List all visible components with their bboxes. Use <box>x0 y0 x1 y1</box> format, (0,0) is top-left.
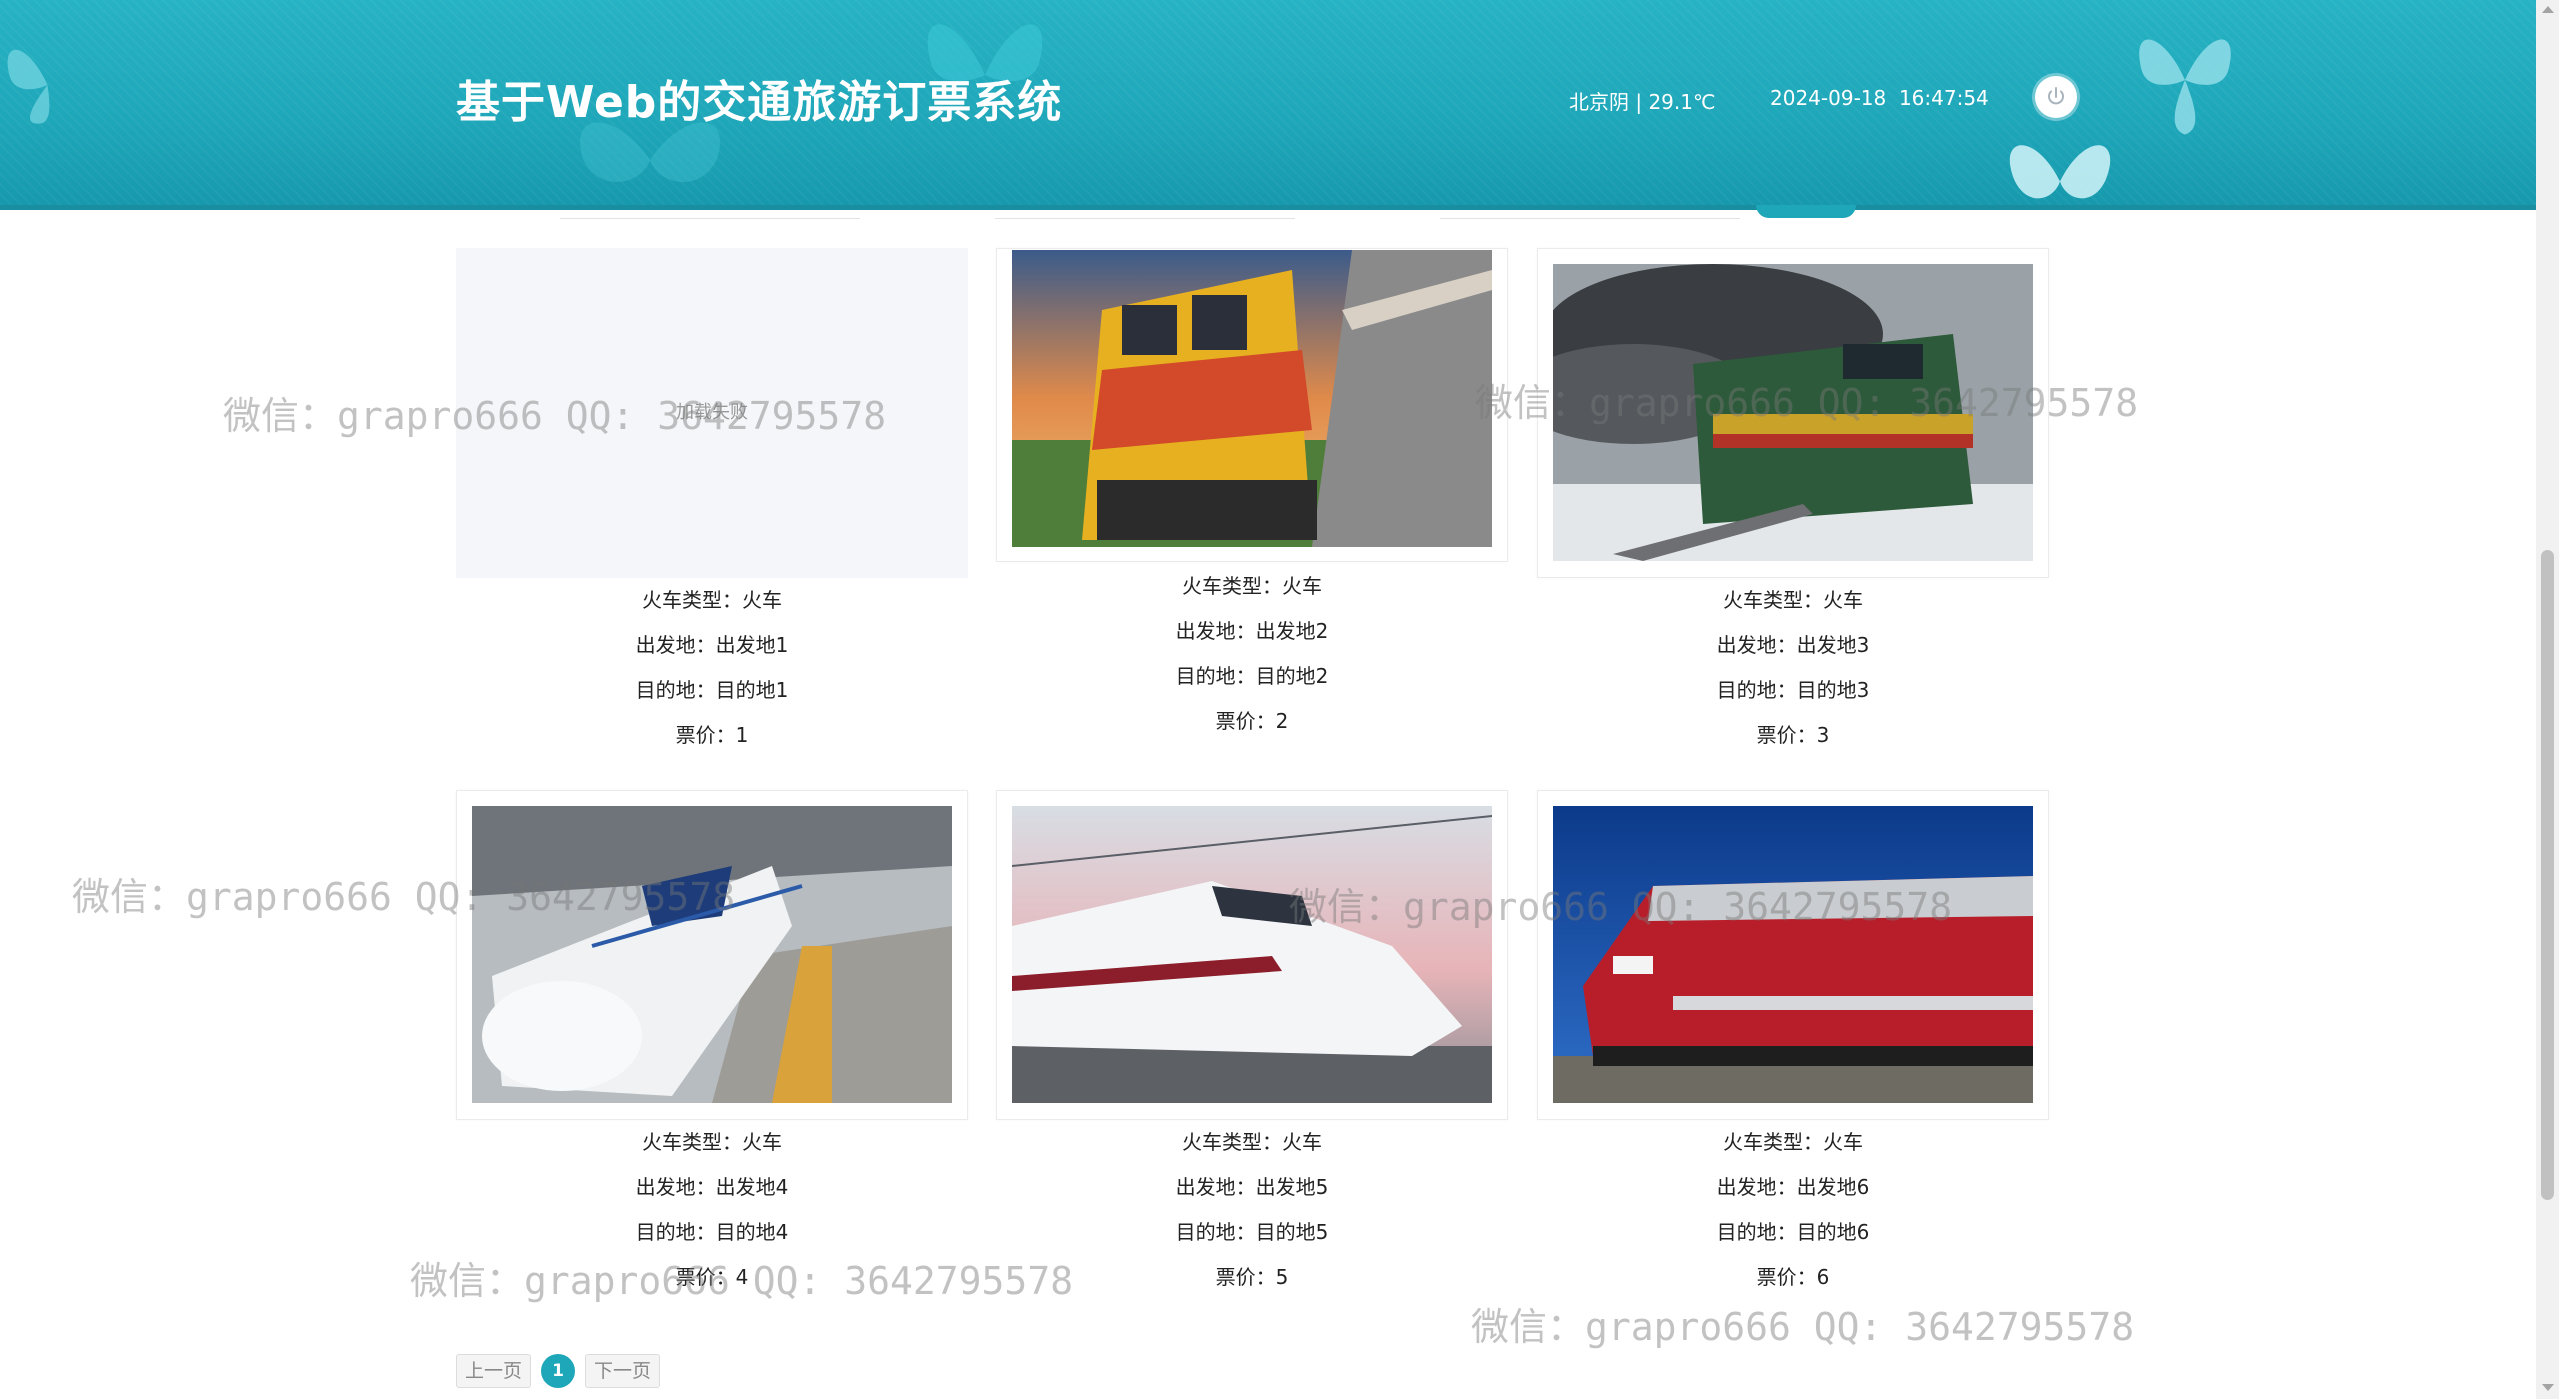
pagination: 上一页 1 下一页 <box>456 1354 661 1388</box>
train-price: 票价：4 <box>675 1265 749 1289</box>
datetime: 2024-09-18 16:47:54 <box>1770 86 1989 110</box>
train-departure: 出发地：出发地3 <box>1716 633 1870 657</box>
train-info: 火车类型：火车 出发地：出发地6 目的地：目的地6 票价：6 <box>1537 1120 2049 1300</box>
site-header: 基于Web的交通旅游订票系统 北京阴 | 29.1℃ 2024-09-18 16… <box>0 0 2536 210</box>
page-number-current[interactable]: 1 <box>541 1354 576 1388</box>
butterfly-decoration <box>0 30 95 140</box>
train-info: 火车类型：火车 出发地：出发地1 目的地：目的地1 票价：1 <box>456 578 968 758</box>
train-type: 火车类型：火车 <box>1723 588 1863 612</box>
train-image <box>1012 250 1492 547</box>
site-title: 基于Web的交通旅游订票系统 <box>456 77 1063 128</box>
train-image-frame <box>996 248 1508 562</box>
train-image <box>1553 264 2033 561</box>
train-type: 火车类型：火车 <box>642 1130 782 1154</box>
date-text: 2024-09-18 <box>1770 86 1887 110</box>
train-image <box>472 806 952 1103</box>
weather-text: 北京阴 | 29.1℃ <box>1569 90 1716 114</box>
train-price: 票价：3 <box>1756 723 1830 747</box>
image-failed-text: 加载失败 <box>676 402 748 423</box>
train-destination: 目的地：目的地5 <box>1175 1220 1329 1244</box>
butterfly-decoration <box>2130 20 2240 140</box>
train-destination: 目的地：目的地3 <box>1716 678 1870 702</box>
train-info: 火车类型：火车 出发地：出发地4 目的地：目的地4 票价：4 <box>456 1120 968 1300</box>
train-price: 票价：6 <box>1756 1265 1830 1289</box>
prev-page-button[interactable]: 上一页 <box>456 1354 532 1388</box>
time-text: 16:47:54 <box>1898 86 1989 110</box>
search-button[interactable] <box>1756 205 1856 218</box>
train-departure: 出发地：出发地5 <box>1175 1175 1329 1199</box>
train-info: 火车类型：火车 出发地：出发地3 目的地：目的地3 票价：3 <box>1537 578 2049 758</box>
train-image-frame <box>456 790 968 1120</box>
scroll-down-arrow[interactable] <box>2542 1384 2554 1391</box>
search-field-remnant <box>560 208 860 219</box>
train-image-frame <box>1537 790 2049 1120</box>
train-destination: 目的地：目的地4 <box>635 1220 789 1244</box>
train-info: 火车类型：火车 出发地：出发地5 目的地：目的地5 票价：5 <box>996 1120 1508 1300</box>
train-destination: 目的地：目的地6 <box>1716 1220 1870 1244</box>
scroll-up-arrow[interactable] <box>2542 6 2554 13</box>
search-field-remnant <box>1440 208 1740 219</box>
scroll-thumb[interactable] <box>2541 550 2554 1200</box>
train-type: 火车类型：火车 <box>642 588 782 612</box>
watermark: 微信：grapro666 QQ: 3642795578 <box>1471 1305 2135 1349</box>
train-type: 火车类型：火车 <box>1723 1130 1863 1154</box>
train-destination: 目的地：目的地1 <box>635 678 789 702</box>
train-destination: 目的地：目的地2 <box>1175 664 1329 688</box>
page-scrollbar[interactable] <box>2536 0 2559 1399</box>
train-type: 火车类型：火车 <box>1182 1130 1322 1154</box>
train-price: 票价：2 <box>1215 709 1289 733</box>
train-type: 火车类型：火车 <box>1182 574 1322 598</box>
logout-button[interactable] <box>2035 76 2077 118</box>
train-departure: 出发地：出发地6 <box>1716 1175 1870 1199</box>
butterfly-decoration <box>1990 130 2130 205</box>
train-departure: 出发地：出发地4 <box>635 1175 789 1199</box>
search-field-remnant <box>995 208 1295 219</box>
train-image-failed: 加载失败 <box>456 248 968 578</box>
train-image-frame <box>996 790 1508 1120</box>
train-image <box>1012 806 1492 1103</box>
train-price: 票价：1 <box>675 723 749 747</box>
power-icon <box>2048 87 2064 105</box>
train-price: 票价：5 <box>1215 1265 1289 1289</box>
train-image-frame <box>1537 248 2049 578</box>
train-image <box>1553 806 2033 1103</box>
train-info: 火车类型：火车 出发地：出发地2 目的地：目的地2 票价：2 <box>996 564 1508 744</box>
next-page-button[interactable]: 下一页 <box>585 1354 661 1388</box>
train-departure: 出发地：出发地1 <box>635 633 789 657</box>
train-departure: 出发地：出发地2 <box>1175 619 1329 643</box>
